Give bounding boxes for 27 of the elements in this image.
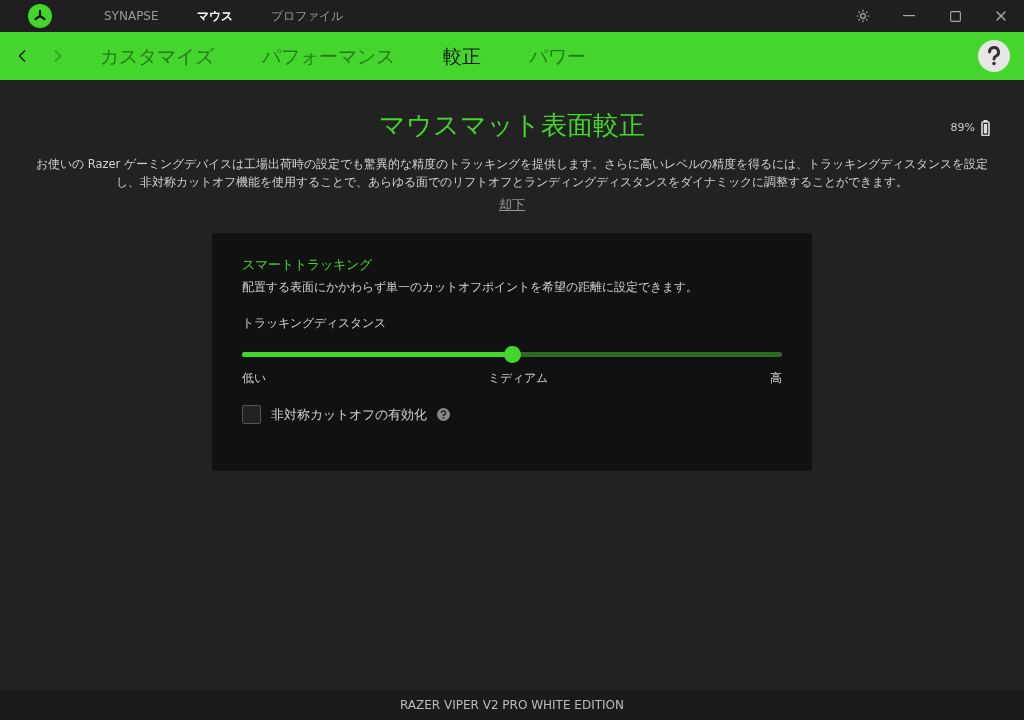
battery-icon: [981, 120, 990, 137]
description-text: お使いの Razer ゲーミングデバイスは工場出荷時の設定でも驚異的な精度のトラッキングを提供します。さらに高いレベルの精度を得るには、トラッキングディスタンスを設定し、非対称カットオフ機能を使用することで、あらゆる面でのリフトオフとランディングディスタンスをダイナミックに調整することができます。: [35, 156, 989, 191]
sub-nav-tab[interactable]: 較正: [443, 41, 481, 71]
help-icon: [987, 46, 1001, 66]
card-title: スマートトラッキング: [242, 255, 373, 274]
checkbox-label: 非対称カットオフの有効化: [271, 406, 427, 424]
minimize-icon: [903, 15, 915, 17]
dismiss-link[interactable]: 却下: [499, 195, 525, 215]
battery-percent: 89%: [950, 120, 975, 136]
card-subtitle: 配置する表面にかかわらず単一のカットオフポイントを希望の距離に設定できます。: [242, 279, 699, 296]
slider-tick-label: 高: [770, 370, 782, 387]
page-title: マウスマット表面較正: [379, 109, 645, 142]
settings-icon: [856, 9, 870, 23]
checkbox[interactable]: [242, 405, 261, 425]
top-nav-tab[interactable]: SYNAPSE: [104, 7, 159, 25]
help-icon[interactable]: [437, 408, 450, 422]
app-logo-icon: [28, 4, 52, 28]
top-nav-tab[interactable]: マウス: [196, 7, 233, 25]
slider-tick-label: 低い: [242, 370, 266, 387]
help-button[interactable]: [978, 40, 1010, 72]
slider[interactable]: [242, 346, 782, 363]
top-nav-tab[interactable]: プロファイル: [270, 7, 343, 25]
slider-tick-label: ミディアム: [488, 370, 548, 387]
device-name: RAZER VIPER V2 PRO WHITE EDITION: [399, 697, 624, 714]
slider-thumb[interactable]: [504, 346, 521, 363]
slider-label: トラッキングディスタンス: [242, 315, 387, 332]
maximize-icon: [948, 9, 962, 23]
